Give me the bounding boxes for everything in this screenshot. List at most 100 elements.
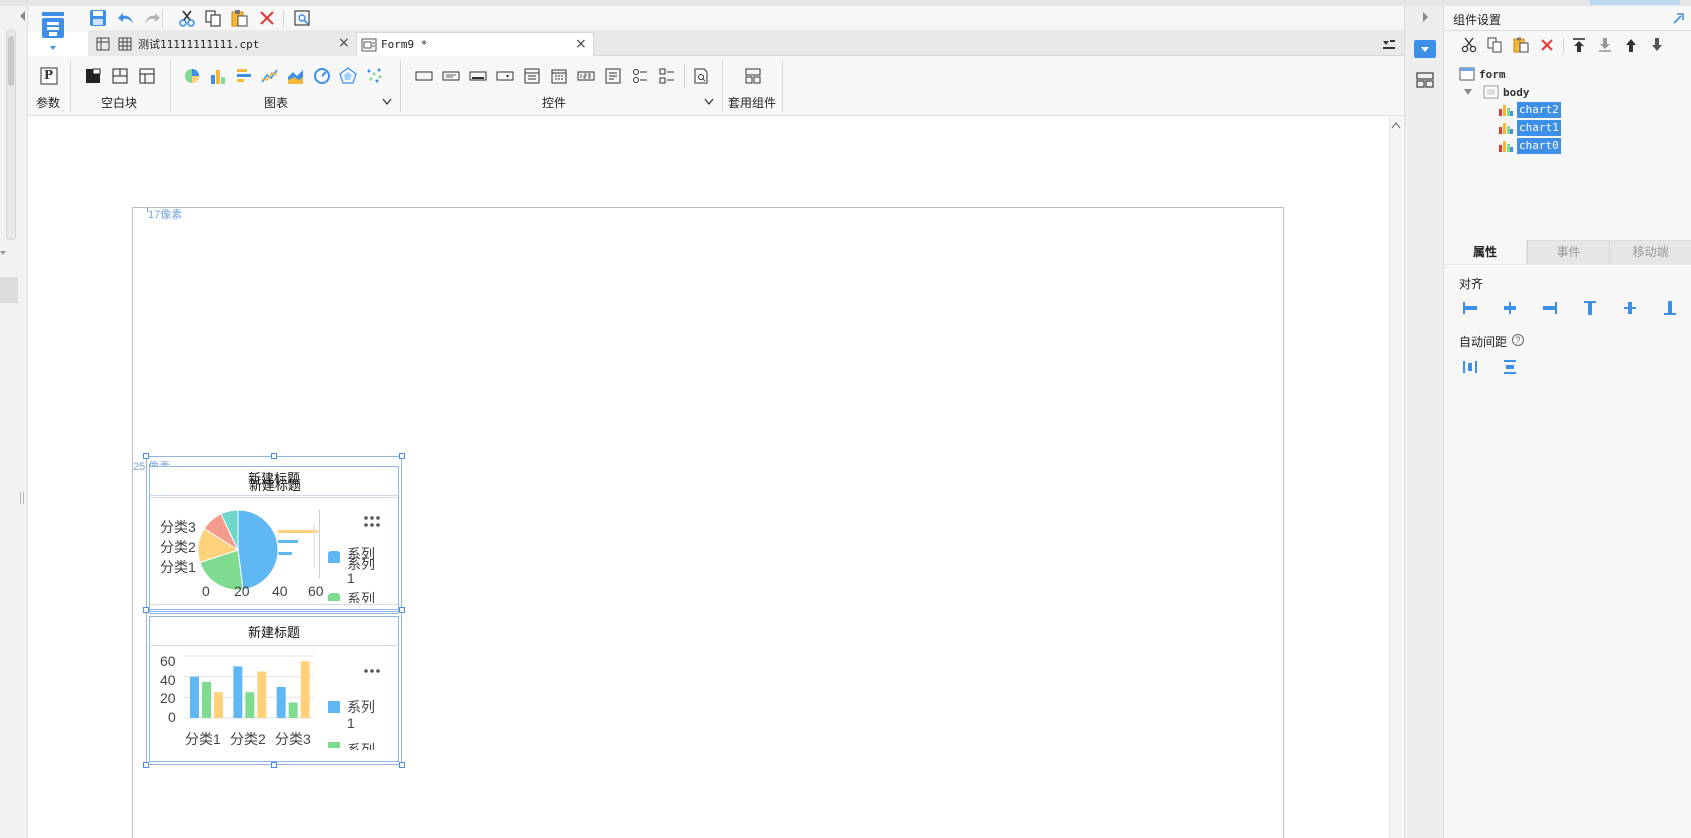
tree-node-body[interactable]: body xyxy=(1463,84,1530,100)
panel-pin-icon[interactable] xyxy=(1672,11,1686,25)
move-to-top-icon[interactable] xyxy=(1568,34,1590,56)
align-right-icon[interactable] xyxy=(1539,297,1561,319)
radar-chart-icon[interactable] xyxy=(337,65,359,87)
delete-icon[interactable] xyxy=(256,7,278,29)
left-splitter-grip[interactable] xyxy=(20,492,24,504)
button-widget-icon[interactable] xyxy=(467,65,489,87)
horizontal-bar-chart-icon[interactable] xyxy=(233,65,255,87)
ribbon-divider xyxy=(170,60,171,112)
list-widget-icon[interactable] xyxy=(602,65,624,87)
resize-handle[interactable] xyxy=(143,762,149,768)
save-icon[interactable] xyxy=(87,7,109,29)
tab-menu-icon[interactable] xyxy=(1382,38,1396,50)
layout-panel-icon[interactable] xyxy=(1416,72,1434,88)
align-middle-vertical-icon[interactable] xyxy=(1619,297,1641,319)
resize-handle[interactable] xyxy=(143,453,149,459)
left-scroll-thumb[interactable] xyxy=(8,36,14,86)
tab-events[interactable]: 事件 xyxy=(1527,240,1609,264)
numeric-field-icon[interactable] xyxy=(575,65,597,87)
preview-icon[interactable] xyxy=(291,7,313,29)
tree-node-chart2[interactable]: chart2 xyxy=(1498,102,1561,118)
chart-node-icon xyxy=(1498,139,1514,153)
align-top-icon[interactable] xyxy=(1579,297,1601,319)
template-component-icon[interactable] xyxy=(742,65,764,87)
side-rail-collapse-icon[interactable] xyxy=(1421,11,1429,23)
line-chart-icon[interactable] xyxy=(259,65,281,87)
move-up-icon[interactable] xyxy=(1620,34,1642,56)
pie-chart-icon[interactable] xyxy=(181,65,203,87)
align-center-horizontal-icon[interactable] xyxy=(1499,297,1521,319)
chart-top-axis-line xyxy=(319,510,320,578)
checkbox-group-icon[interactable] xyxy=(656,65,678,87)
search-widget-icon[interactable] xyxy=(690,65,712,87)
tree-node-form[interactable]: form xyxy=(1459,66,1506,82)
resize-handle[interactable] xyxy=(399,607,405,613)
chart-bottom-x-tick: 分类1 xyxy=(185,731,221,747)
number-widget-icon[interactable] xyxy=(521,65,543,87)
cut-icon[interactable] xyxy=(176,7,198,29)
left-collapse-arrow-icon[interactable] xyxy=(19,10,27,22)
report-block-icon[interactable] xyxy=(136,65,158,87)
panel-copy-icon[interactable] xyxy=(1484,34,1506,56)
group-label-parameter: 参数 xyxy=(36,96,61,110)
radio-group-icon[interactable] xyxy=(629,65,651,87)
textbox-widget-icon[interactable] xyxy=(413,65,435,87)
canvas-scroll-up-icon[interactable] xyxy=(1391,121,1401,129)
distribute-vertical-icon[interactable] xyxy=(1499,356,1521,378)
panel-paste-icon[interactable] xyxy=(1510,34,1532,56)
chart-top-x-tick: 0 xyxy=(202,583,210,599)
tree-node-chart1[interactable]: chart1 xyxy=(1498,120,1561,136)
close-tab-icon[interactable]: × xyxy=(575,37,587,51)
date-widget-icon[interactable] xyxy=(548,65,570,87)
close-tab-icon[interactable]: × xyxy=(338,36,350,50)
bar xyxy=(190,676,199,718)
move-down-icon[interactable] xyxy=(1646,34,1668,56)
app-menu-icon[interactable] xyxy=(40,10,66,52)
chart-top-title-overlay: 新建标题 xyxy=(248,478,301,493)
chart-group-expand-icon[interactable] xyxy=(382,98,392,106)
tab-mobile[interactable]: 移动端 xyxy=(1609,240,1691,264)
tree-node-chart0[interactable]: chart0 xyxy=(1498,138,1561,154)
chart-bottom-y-tick: 0 xyxy=(168,709,176,725)
chart-bottom-legend-swatch xyxy=(328,742,340,748)
bar-chart-icon[interactable] xyxy=(207,65,229,87)
resize-handle[interactable] xyxy=(271,762,277,768)
move-to-bottom-icon[interactable] xyxy=(1594,34,1616,56)
scatter-chart-icon[interactable] xyxy=(363,65,385,87)
tab-label: 测试11111111111.cpt xyxy=(138,38,260,51)
chart-bottom-more-icon[interactable] xyxy=(363,668,381,674)
absolute-block-icon[interactable] xyxy=(82,65,104,87)
parameter-icon[interactable]: P xyxy=(38,65,60,87)
align-bottom-icon[interactable] xyxy=(1659,297,1681,319)
tree-label-chart0: chart0 xyxy=(1517,138,1561,154)
paste-icon[interactable] xyxy=(228,7,250,29)
tree-label-form: form xyxy=(1479,67,1506,81)
panel-delete-icon[interactable] xyxy=(1536,34,1558,56)
top-margin-marker xyxy=(147,207,148,212)
area-chart-icon[interactable] xyxy=(285,65,307,87)
chart-top-more-icon[interactable] xyxy=(363,515,381,529)
tree-expand-icon[interactable] xyxy=(1463,87,1473,97)
tab-block-icon[interactable] xyxy=(109,65,131,87)
align-left-icon[interactable] xyxy=(1459,297,1481,319)
tab-cpt-file[interactable]: 测试11111111111.cpt × xyxy=(88,32,356,56)
left-gutter-item[interactable] xyxy=(0,277,18,303)
resize-handle[interactable] xyxy=(399,762,405,768)
copy-icon[interactable] xyxy=(202,7,224,29)
canvas-vscroll[interactable] xyxy=(1389,117,1403,838)
component-settings-button[interactable] xyxy=(1414,40,1436,58)
undo-icon[interactable] xyxy=(115,7,137,29)
resize-handle[interactable] xyxy=(271,453,277,459)
tab-properties[interactable]: 属性 xyxy=(1444,240,1526,264)
bar xyxy=(276,687,286,718)
help-icon[interactable]: ? xyxy=(1512,334,1524,346)
resize-handle[interactable] xyxy=(399,453,405,459)
redo-icon[interactable] xyxy=(141,7,163,29)
combobox-widget-icon[interactable] xyxy=(494,65,516,87)
panel-cut-icon[interactable] xyxy=(1458,34,1480,56)
gauge-chart-icon[interactable] xyxy=(311,65,333,87)
distribute-horizontal-icon[interactable] xyxy=(1459,356,1481,378)
widgets-group-expand-icon[interactable] xyxy=(704,98,714,106)
tab-form9[interactable]: Form9 * × xyxy=(356,32,594,56)
label-widget-icon[interactable] xyxy=(440,65,462,87)
